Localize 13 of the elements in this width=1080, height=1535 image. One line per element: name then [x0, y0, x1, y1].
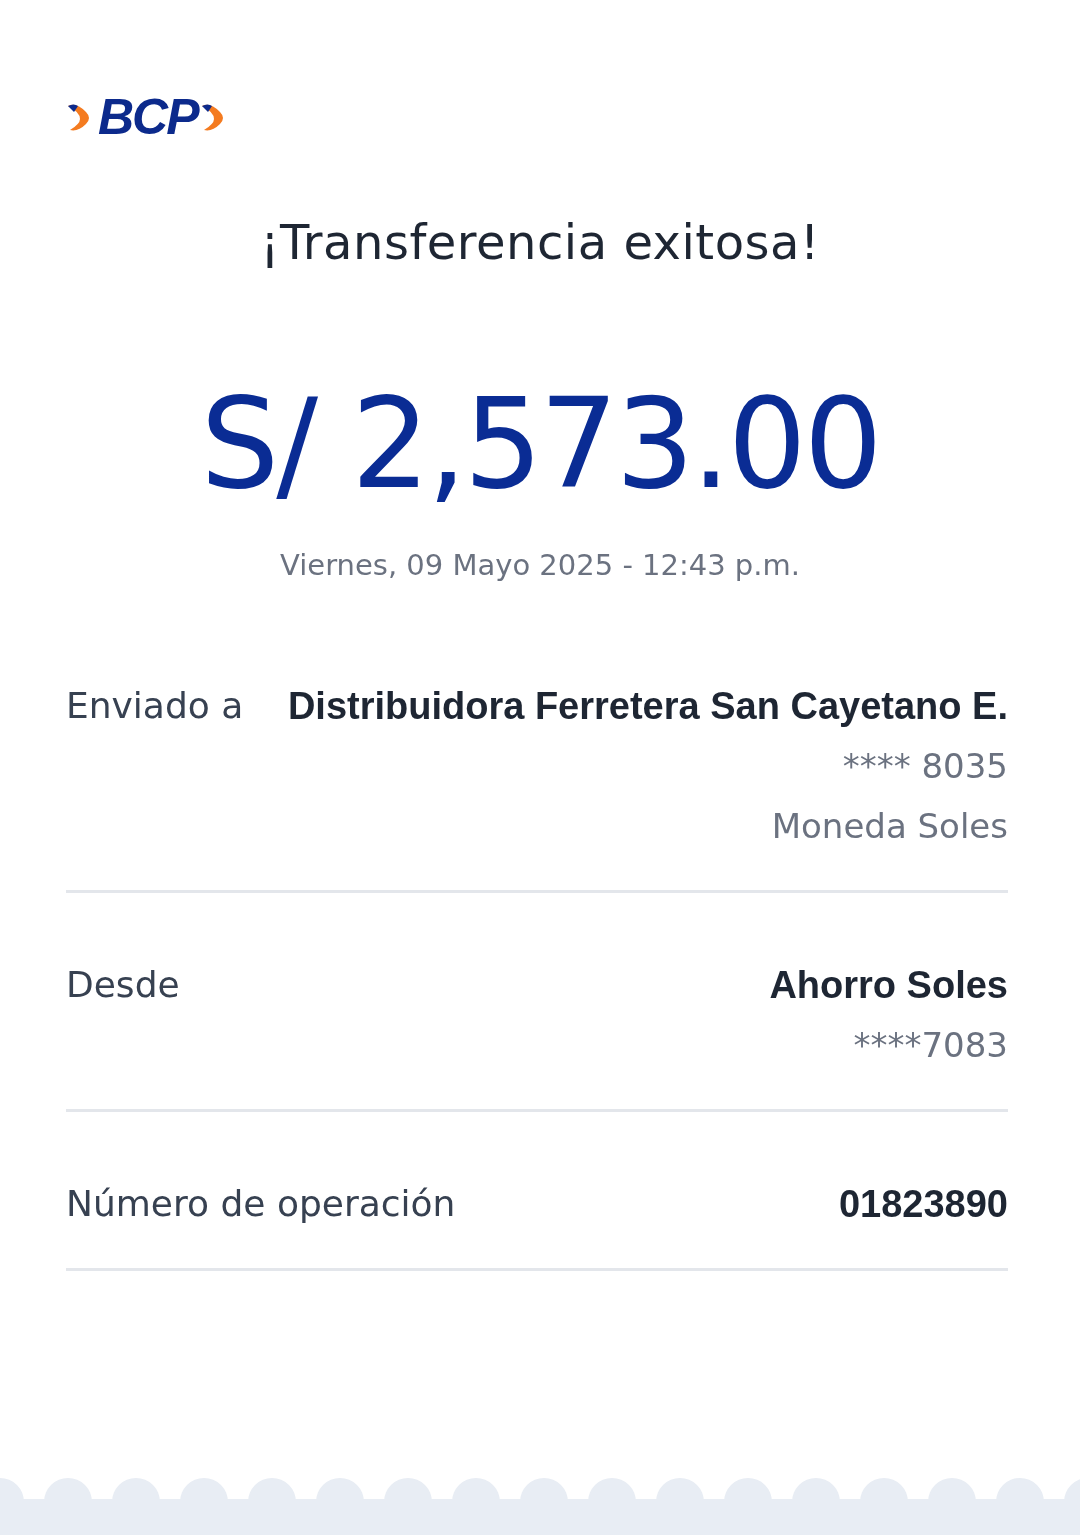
detail-value: ****7083 — [853, 1024, 1008, 1067]
detail-label: Desde — [66, 963, 180, 1007]
transfer-date: Viernes, 09 Mayo 2025 - 12:43 p.m. — [279, 548, 801, 582]
detail-label: Enviado a — [66, 684, 244, 728]
detail-label: Número de operación — [66, 1182, 456, 1226]
logo-text: BCP — [98, 92, 198, 142]
detail-value: Moneda Soles — [771, 805, 1008, 848]
success-title: ¡Transferencia exitosa! — [259, 214, 821, 270]
detail-value: Ahorro Soles — [769, 963, 1008, 1008]
detail-value: **** 8035 — [842, 745, 1008, 788]
amount: S/ 2,573.00 — [199, 382, 881, 506]
detail-value: 01823890 — [838, 1182, 1008, 1227]
detail-value: Distribuidora Ferretera San Cayetano E. — [287, 684, 1008, 729]
